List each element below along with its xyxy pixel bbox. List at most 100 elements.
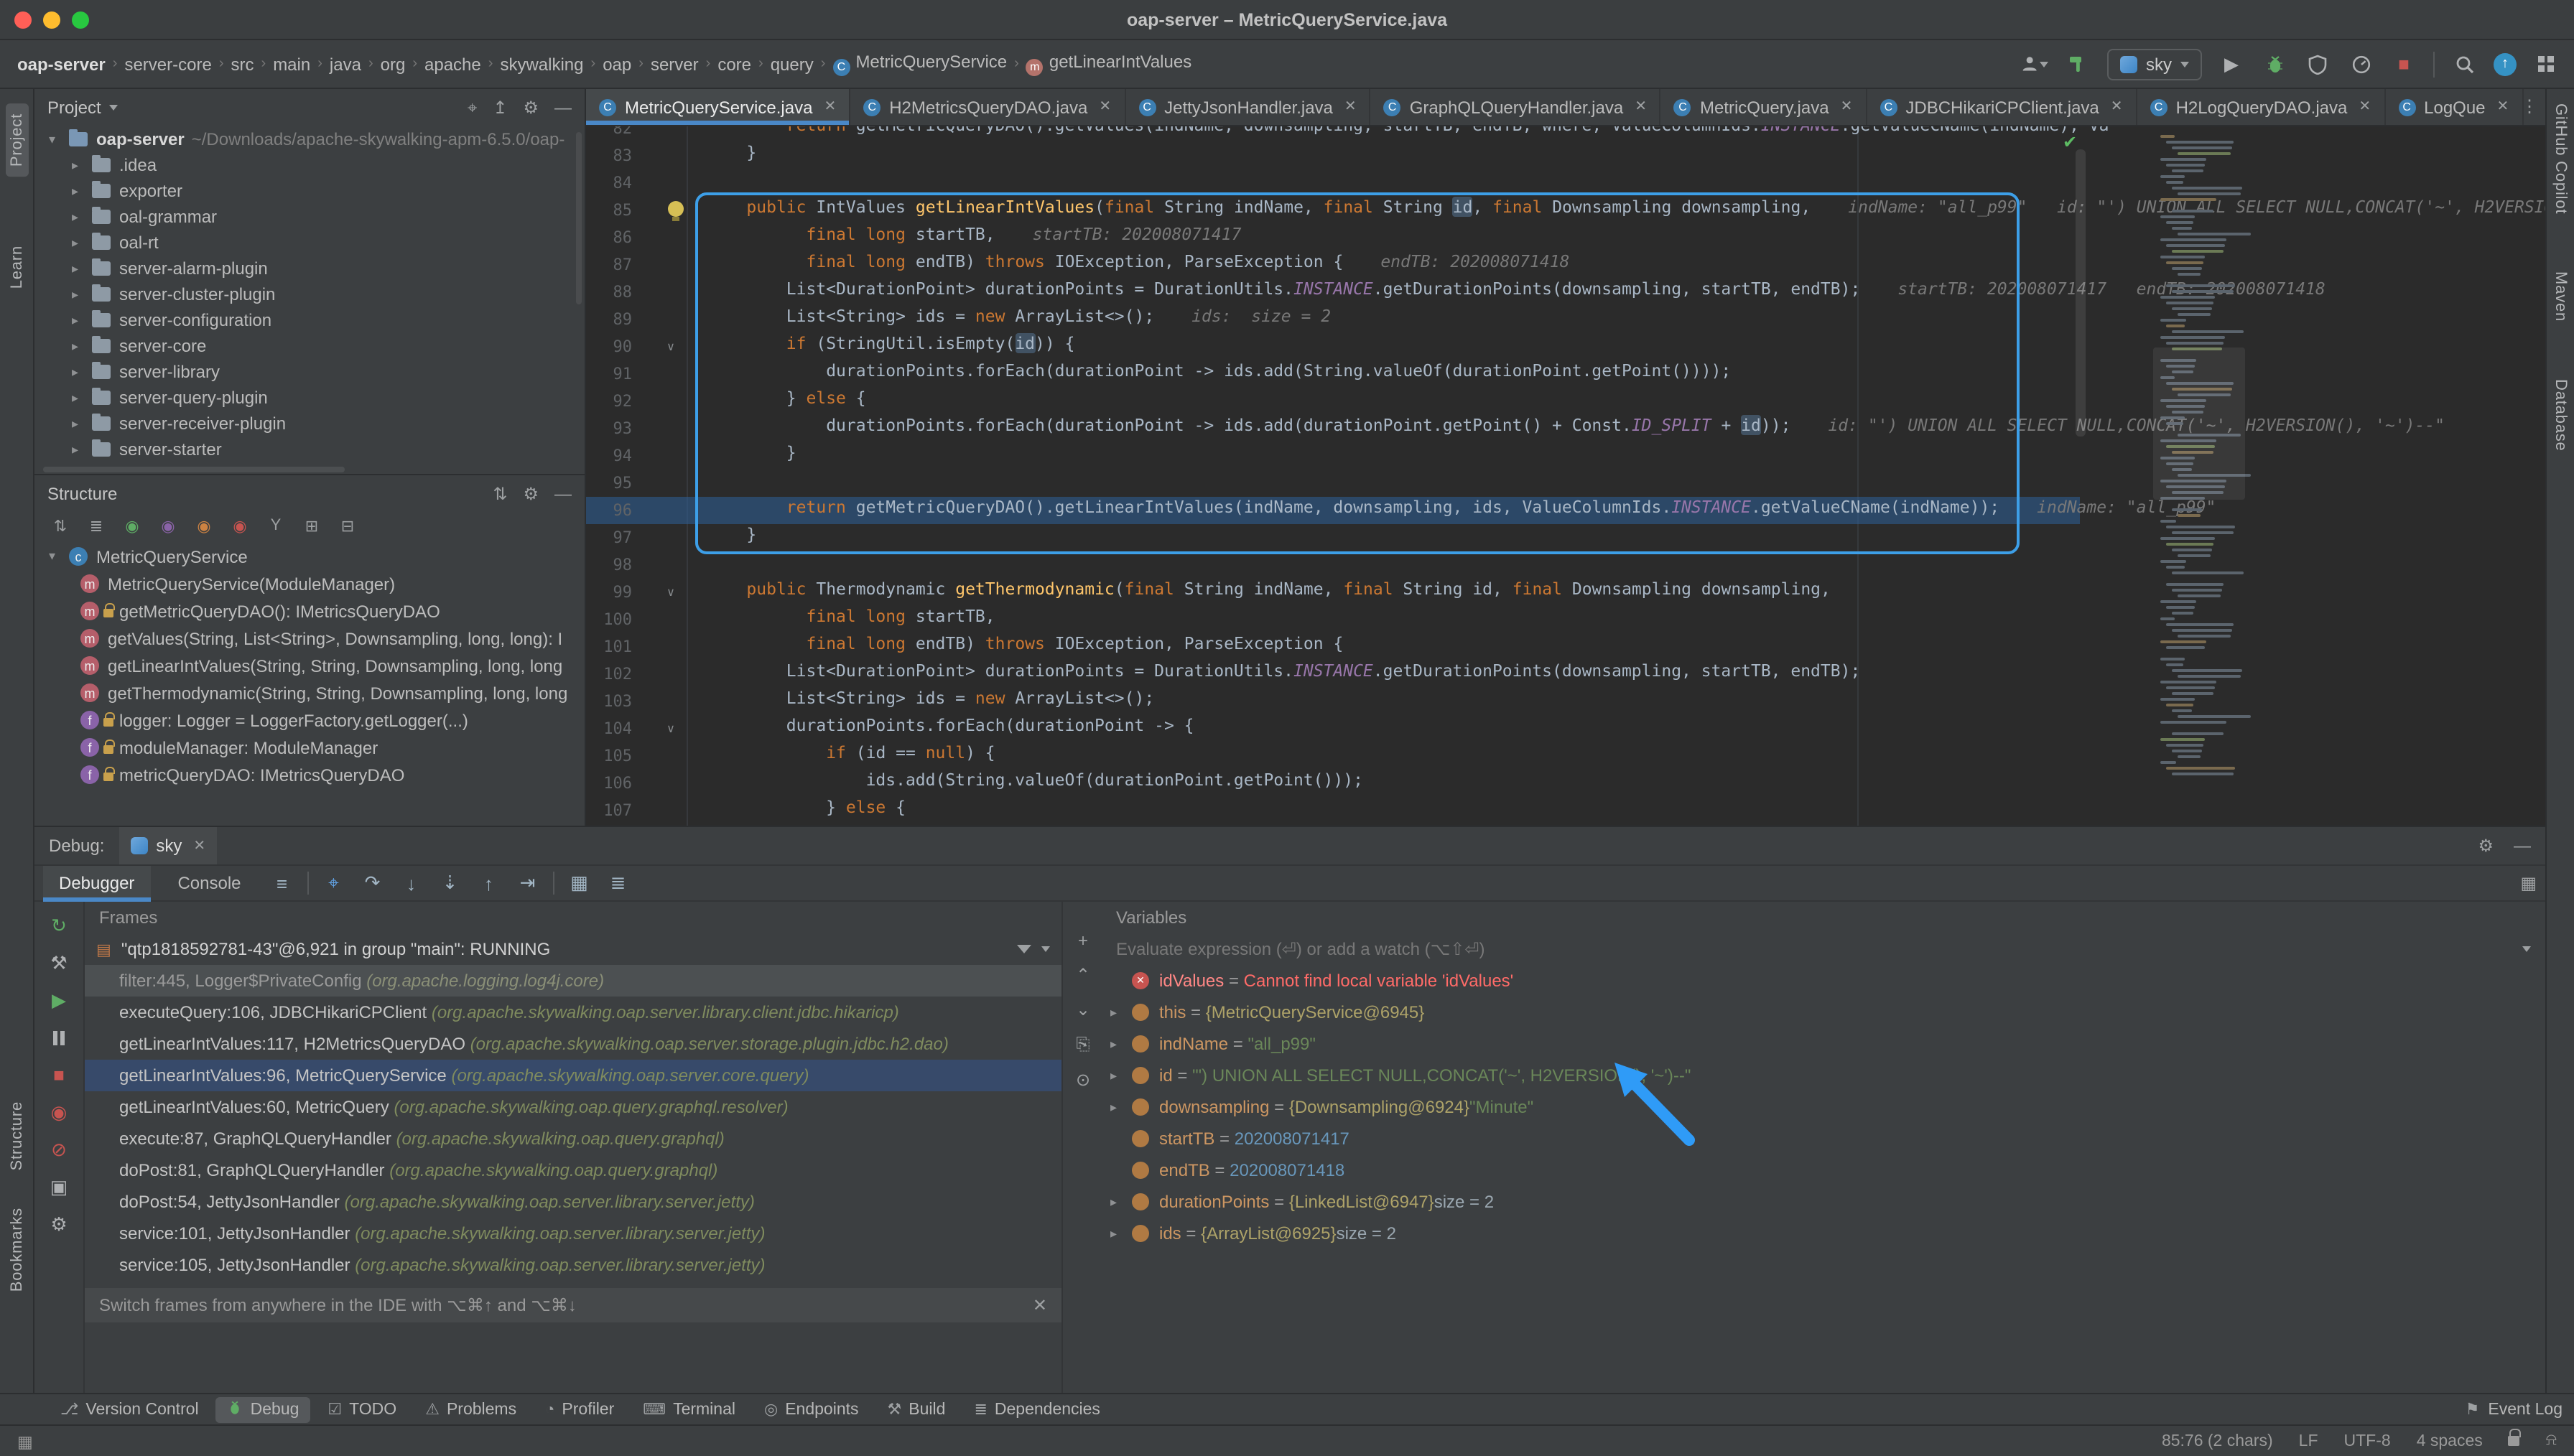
minimap[interactable]	[2160, 135, 2238, 778]
mute-breakpoints-icon[interactable]: ⊘	[47, 1137, 71, 1162]
sidebar-item-bookmarks[interactable]: Bookmarks	[8, 1208, 25, 1292]
frame-row[interactable]: doPost:81, GraphQLQueryHandler (org.apac…	[85, 1154, 1061, 1186]
gear-icon[interactable]: ⚙	[2478, 836, 2494, 856]
search-everywhere-icon[interactable]	[2450, 50, 2478, 78]
expand-all-icon[interactable]: ⊞	[300, 514, 323, 537]
tree-root[interactable]: ▾oap-server~/Downloads/apache-skywalking…	[34, 126, 585, 152]
chevron-right-icon[interactable]: ▸	[72, 261, 88, 276]
sidebar-item-structure[interactable]: Structure	[8, 1101, 25, 1170]
chevron-down-icon[interactable]	[110, 105, 119, 111]
variable-row[interactable]: ✕idValues = Cannot find local variable '…	[1102, 965, 2545, 997]
editor-tab[interactable]: CMetricQuery.java✕	[1661, 89, 1867, 125]
status-item[interactable]: 4 spaces	[2417, 1432, 2483, 1450]
gutter-line-number[interactable]: 103	[586, 688, 632, 715]
chevron-right-icon[interactable]: ▸	[72, 390, 88, 406]
toolwindow-button-todo[interactable]: ☑TODO	[316, 1397, 408, 1422]
add-watch-icon[interactable]: +	[1078, 930, 1088, 951]
variable-row[interactable]: ▸durationPoints = {LinkedList@6947} size…	[1102, 1186, 2545, 1218]
locate-file-icon[interactable]: ⌖	[468, 97, 478, 118]
structure-item[interactable]: mgetValues(String, List<String>, Downsam…	[34, 625, 585, 652]
close-icon[interactable]: ✕	[193, 838, 205, 854]
gutter-line-number[interactable]: 95	[586, 470, 632, 497]
status-item[interactable]: 85:76 (2 chars)	[2162, 1432, 2273, 1450]
chevron-down-icon[interactable]	[1041, 946, 1050, 952]
tree-item[interactable]: ▸.idea	[34, 152, 585, 178]
variable-row[interactable]: ▸indName = "all_p99"	[1102, 1028, 2545, 1060]
notifications-bell-icon[interactable]: ⍾	[2546, 1432, 2557, 1450]
force-step-into-icon[interactable]: ⇣	[437, 869, 464, 897]
sidebar-item-database[interactable]: Database	[2552, 379, 2569, 452]
variable-row[interactable]: ▸this = {MetricQueryService@6945}	[1102, 997, 2545, 1028]
layout-grid-icon[interactable]	[2532, 50, 2560, 78]
project-panel-title[interactable]: Project	[47, 98, 101, 118]
inspections-ok-icon[interactable]: ✔	[2063, 132, 2077, 152]
rerun-icon[interactable]: ↻	[47, 913, 71, 938]
breadcrumb-item[interactable]: server-core	[121, 54, 214, 74]
sidebar-item-github-copilot[interactable]: GitHub Copilot	[2552, 103, 2569, 214]
breadcrumb-item[interactable]: org	[378, 54, 409, 74]
gutter-line-number[interactable]: 92	[586, 388, 632, 415]
breadcrumb-item[interactable]: apache	[422, 54, 484, 74]
gutter-line-number[interactable]: 89	[586, 306, 632, 333]
variable-row[interactable]: ▸ids = {ArrayList@6925} size = 2	[1102, 1218, 2545, 1249]
minimap-viewport[interactable]	[2153, 347, 2245, 500]
step-over-icon[interactable]: ↷	[359, 869, 386, 897]
toolwindow-button-debug[interactable]: Debug	[216, 1396, 311, 1422]
view-breakpoints-icon[interactable]: ◉	[47, 1100, 71, 1124]
show-inherited-icon[interactable]: ◉	[121, 514, 144, 537]
toolwindow-button-terminal[interactable]: ⌨Terminal	[631, 1397, 747, 1422]
tree-item[interactable]: ▸server-query-plugin	[34, 385, 585, 411]
toolwindow-button-endpoints[interactable]: ◎Endpoints	[753, 1397, 870, 1422]
variable-row[interactable]: endTB = 202008071418	[1102, 1154, 2545, 1186]
editor-content[interactable]: ✔ 82 return getMetricQueryDAO().getValue…	[586, 126, 2545, 826]
breadcrumb-item[interactable]: mgetLinearIntValues	[1023, 52, 1194, 76]
show-fields-icon[interactable]: ◉	[192, 514, 215, 537]
fold-icon[interactable]: ∨	[661, 333, 681, 360]
gutter-line-number[interactable]: 101	[586, 633, 632, 661]
hide-panel-icon[interactable]: —	[2514, 836, 2531, 856]
gutter-line-number[interactable]: 90	[586, 333, 632, 360]
chevron-right-icon[interactable]: ▸	[72, 235, 88, 251]
status-item[interactable]: UTF-8	[2344, 1432, 2391, 1450]
gutter-line-number[interactable]: 96	[586, 497, 632, 524]
toolwindow-button-profiler[interactable]: ◔Profiler	[534, 1398, 626, 1421]
more-tabs-icon[interactable]: ⋮	[2521, 96, 2538, 116]
run-button[interactable]: ▶	[2218, 50, 2245, 78]
gutter-line-number[interactable]: 100	[586, 606, 632, 633]
breadcrumb-item[interactable]: java	[327, 54, 364, 74]
chevron-right-icon[interactable]: ▸	[72, 312, 88, 328]
move-watch-down-icon[interactable]: ⌄	[1076, 999, 1090, 1019]
chevron-right-icon[interactable]: ▸	[72, 364, 88, 380]
tree-item[interactable]: ▸oal-rt	[34, 230, 585, 256]
breadcrumb-item[interactable]: src	[228, 54, 257, 74]
thread-selector[interactable]: ▤ "qtp1818592781-43"@6,921 in group "mai…	[85, 933, 1061, 965]
close-icon[interactable]: ✕	[1635, 99, 1647, 115]
structure-item[interactable]: mgetLinearIntValues(String, String, Down…	[34, 652, 585, 679]
editor-tab[interactable]: CJettyJsonHandler.java✕	[1125, 89, 1371, 125]
chevron-right-icon[interactable]: ▸	[1110, 1226, 1129, 1241]
chevron-down-icon[interactable]: ▾	[49, 131, 65, 147]
chevron-right-icon[interactable]: ▸	[1110, 1004, 1129, 1020]
tree-item[interactable]: ▸server-alarm-plugin	[34, 256, 585, 281]
gutter-line-number[interactable]: 85	[586, 197, 632, 224]
thread-dump-icon[interactable]: ▣	[47, 1175, 71, 1199]
chevron-right-icon[interactable]: ▸	[1110, 1036, 1129, 1052]
sidebar-item-learn[interactable]: Learn	[8, 246, 25, 289]
breadcrumb-item[interactable]: CMetricQueryService	[830, 52, 1010, 76]
group-icon[interactable]: ≣	[85, 514, 108, 537]
tree-item[interactable]: ▸server-receiver-plugin	[34, 411, 585, 437]
frame-row[interactable]: getLinearIntValues:60, MetricQuery (org.…	[85, 1091, 1061, 1123]
chevron-right-icon[interactable]: ▸	[1110, 1194, 1129, 1210]
frame-row[interactable]: service:105, JettyJsonHandler (org.apach…	[85, 1249, 1061, 1281]
editor-tab[interactable]: CMetricQueryService.java✕	[586, 89, 850, 125]
breadcrumb-item[interactable]: oap	[600, 54, 634, 74]
visibility-icon[interactable]: ◉	[228, 514, 251, 537]
tree-item[interactable]: ▸server-core	[34, 333, 585, 359]
chevron-right-icon[interactable]: ▸	[72, 157, 88, 173]
show-properties-icon[interactable]: ◉	[157, 514, 180, 537]
sidebar-item-project[interactable]: Project	[5, 103, 28, 177]
breadcrumb-item[interactable]: query	[768, 54, 817, 74]
collapse-all-icon[interactable]: ↥	[493, 97, 507, 118]
breadcrumb-item[interactable]: skywalking	[497, 54, 586, 74]
chevron-right-icon[interactable]: ▸	[72, 286, 88, 302]
